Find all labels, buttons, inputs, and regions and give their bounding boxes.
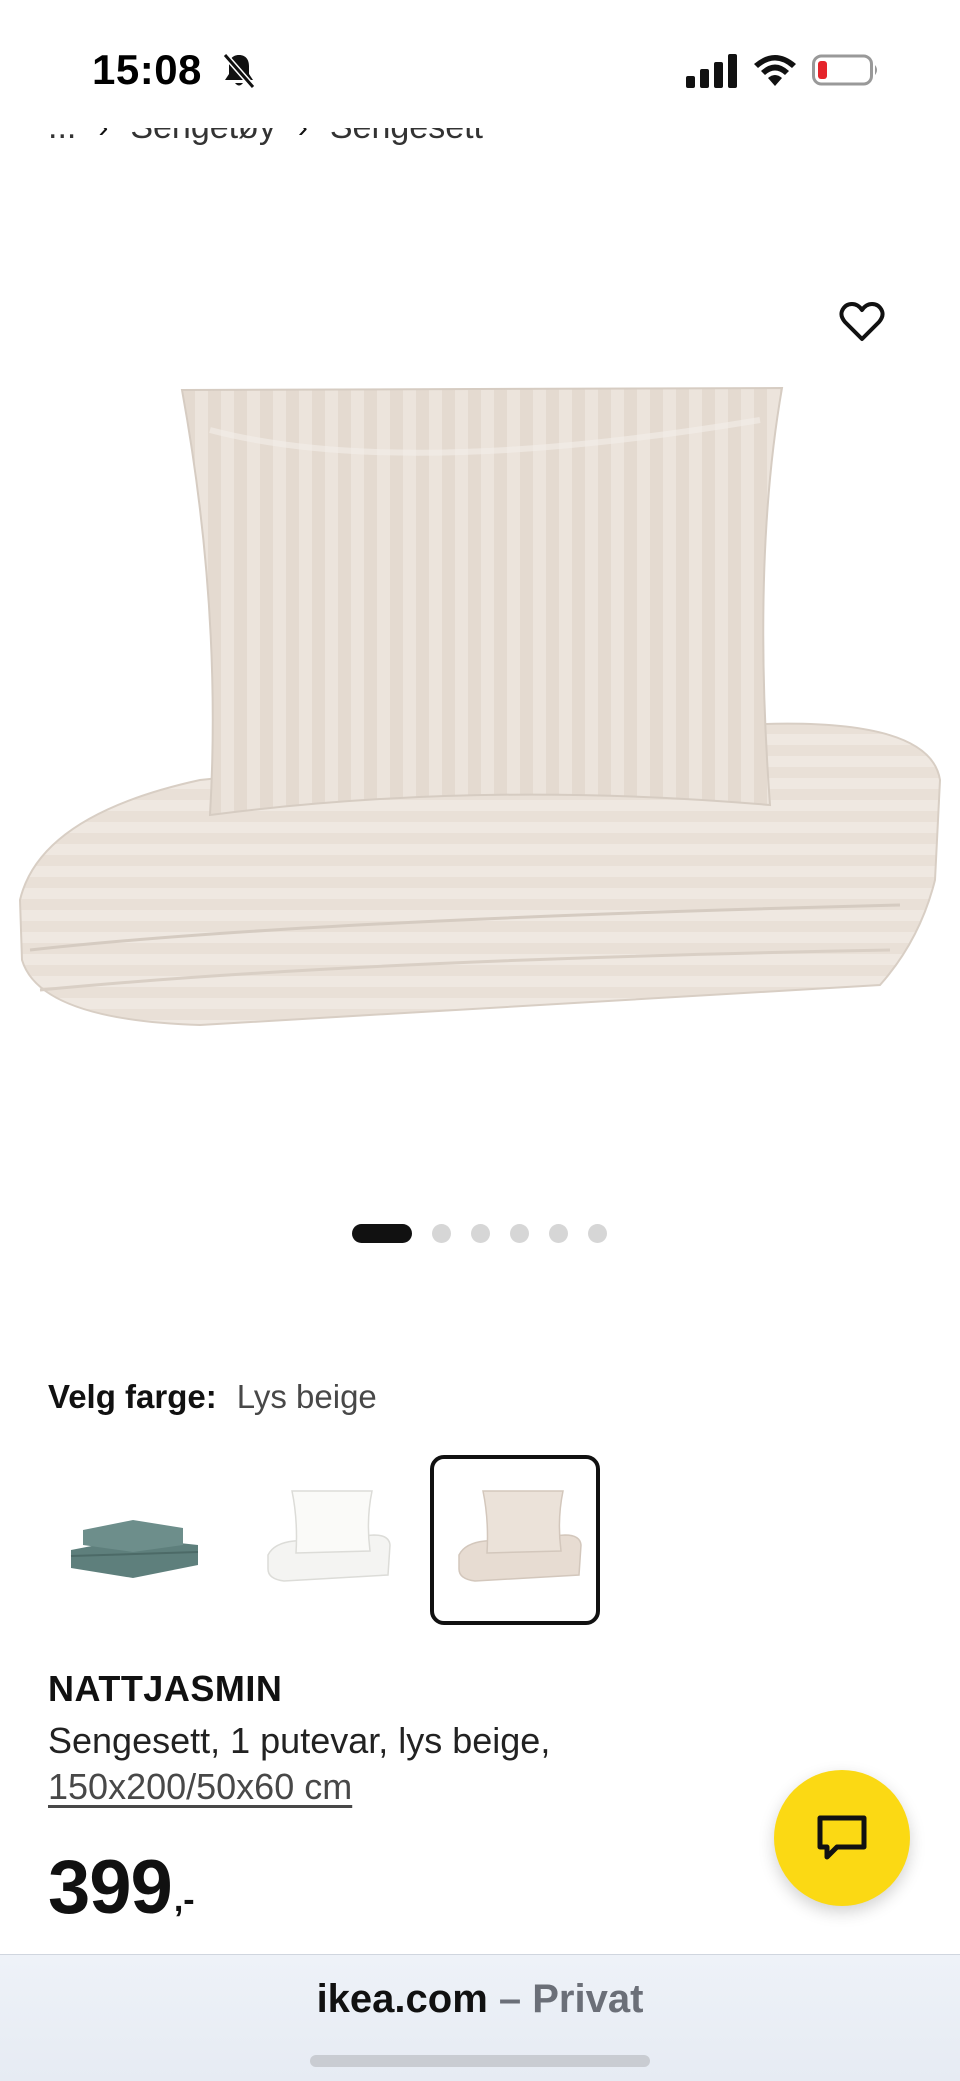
breadcrumb: ... › Sengetøy › Sengesett [48, 128, 748, 158]
color-selector-label: Velg farge: Lys beige [48, 1378, 377, 1416]
carousel-dot-6[interactable] [588, 1224, 607, 1243]
color-swatch-green[interactable] [48, 1455, 218, 1625]
breadcrumb-item-sengesett[interactable]: Sengesett [330, 128, 483, 147]
color-swatches [48, 1455, 600, 1625]
product-name: NATTJASMIN [48, 1668, 283, 1709]
chevron-right-icon: › [98, 128, 108, 145]
chat-button[interactable] [774, 1770, 910, 1906]
chat-bubble-icon [817, 1815, 867, 1860]
carousel-dot-5[interactable] [549, 1224, 568, 1243]
product-description: Sengesett, 1 putevar, lys beige, [48, 1720, 551, 1761]
product-image[interactable] [0, 360, 960, 1060]
image-carousel-dots [352, 1224, 607, 1243]
carousel-dot-4[interactable] [510, 1224, 529, 1243]
price-suffix: ,- [173, 1881, 195, 1919]
carousel-dot-2[interactable] [432, 1224, 451, 1243]
product-price: 399 ,- [48, 1848, 195, 1928]
beige-bedding-thumbnail [458, 1490, 582, 1582]
url-domain: ikea.com [316, 1977, 488, 2021]
color-swatch-white[interactable] [239, 1455, 409, 1625]
bell-slash-icon [222, 53, 256, 89]
home-indicator[interactable] [310, 2055, 650, 2067]
breadcrumb-item-ellipsis[interactable]: ... [48, 128, 76, 147]
wifi-icon [754, 55, 796, 86]
url-display[interactable]: ikea.com – Privat [0, 1977, 960, 2022]
heart-icon [839, 302, 885, 341]
carousel-dot-3[interactable] [471, 1224, 490, 1243]
color-value: Lys beige [236, 1378, 377, 1415]
green-bedding-thumbnail [70, 1520, 199, 1578]
white-bedding-thumbnail [267, 1490, 391, 1582]
status-time: 15:08 [92, 46, 202, 93]
breadcrumb-item-sengetoy[interactable]: Sengetøy [130, 128, 276, 147]
price-amount: 399 [48, 1845, 173, 1930]
color-swatch-light-beige[interactable] [430, 1455, 600, 1625]
carousel-dot-1[interactable] [352, 1224, 412, 1243]
browser-address-bar[interactable]: ikea.com – Privat [0, 1954, 960, 2081]
status-bar: 15:08 [0, 0, 960, 130]
cellular-signal-icon [686, 54, 737, 88]
chevron-right-icon: › [298, 128, 308, 145]
battery-low-icon [812, 54, 877, 86]
private-mode-label: – Privat [487, 1977, 644, 2021]
product-size-link[interactable]: 150x200/50x60 cm [48, 1766, 352, 1808]
color-label: Velg farge: [48, 1378, 217, 1415]
favorite-button[interactable] [836, 298, 888, 346]
